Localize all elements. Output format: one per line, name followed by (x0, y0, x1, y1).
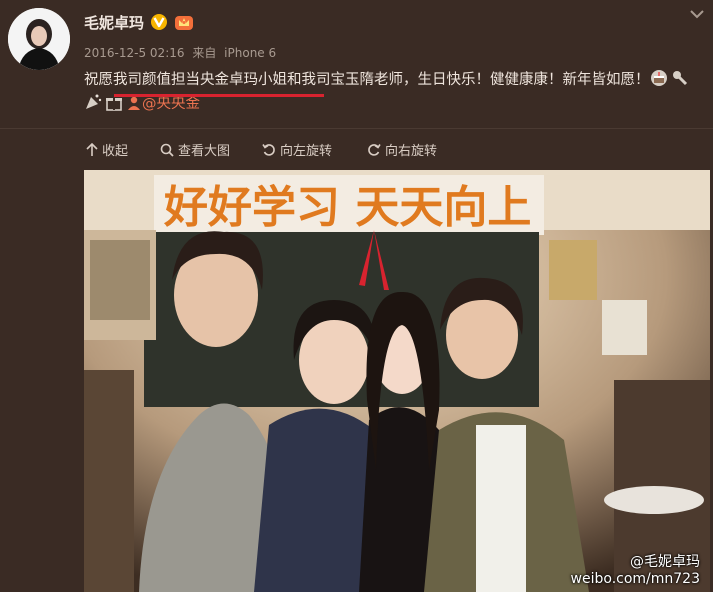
magnifier-icon (160, 143, 174, 157)
party-popper-emoji-icon (86, 94, 102, 109)
chevron-down-icon[interactable] (689, 8, 705, 20)
post-photo[interactable]: 好好学习 天天向上 @毛妮卓玛 weibo.com/mn723 (84, 170, 710, 592)
crown-member-icon[interactable] (174, 13, 194, 31)
watermark-user: @毛妮卓玛 (630, 554, 700, 570)
rotate-right-label: 向右旋转 (385, 144, 438, 159)
post-text-2: 和我司宝玉隋老师，生日快乐！健健康康！新年皆如愿！ (287, 72, 650, 88)
timestamp[interactable]: 2016-12-5 02:16 (84, 46, 185, 60)
post-text-underlined: 我司颜值担当央金卓玛小姐 (113, 72, 287, 88)
post-text: 祝愿我司颜值担当央金卓玛小姐和我司宝玉隋老师，生日快乐！健健康康！新年皆如愿！ @… (84, 68, 700, 116)
verified-v-icon (151, 14, 168, 30)
username[interactable]: 毛妮卓玛 (84, 12, 144, 33)
weibo-post: 毛妮卓玛 2016-12-5 02:16 来自 iPhone 6 祝愿我司颜值担… (0, 0, 713, 592)
view-large-label: 查看大图 (178, 144, 231, 159)
view-large-button[interactable]: 查看大图 (160, 140, 230, 159)
mention-link[interactable]: @央央金 (142, 96, 200, 112)
image-toolbar: 收起 查看大图 向左旋转 向右旋转 (0, 128, 713, 169)
photo-watermark: @毛妮卓玛 weibo.com/mn723 (571, 554, 700, 588)
red-underline-annotation (114, 94, 324, 97)
person-icon (128, 96, 140, 110)
group-photo: 好好学习 天天向上 (84, 170, 710, 592)
rotate-left-button[interactable]: 向左旋转 (262, 140, 332, 159)
source-prefix: 来自 (192, 46, 217, 60)
rotate-left-icon (262, 143, 275, 156)
source-device: iPhone 6 (224, 46, 277, 60)
rotate-left-label: 向左旋转 (280, 144, 333, 159)
watermark-url: weibo.com/mn723 (570, 571, 700, 587)
collect-button[interactable]: 收起 (86, 140, 128, 159)
microphone-emoji-icon (672, 71, 687, 86)
rotate-right-icon (368, 143, 381, 156)
cake-emoji-icon (650, 70, 667, 86)
avatar[interactable] (8, 8, 70, 70)
collect-label: 收起 (102, 144, 129, 159)
post-text-1: 祝愿 (84, 72, 113, 88)
arrow-up-icon (86, 142, 98, 156)
rotate-right-button[interactable]: 向右旋转 (367, 140, 437, 159)
name-row: 毛妮卓玛 (84, 11, 194, 33)
post-meta: 2016-12-5 02:16 来自 iPhone 6 (84, 44, 280, 61)
banner-text: 好好学习 天天向上 (163, 182, 531, 233)
